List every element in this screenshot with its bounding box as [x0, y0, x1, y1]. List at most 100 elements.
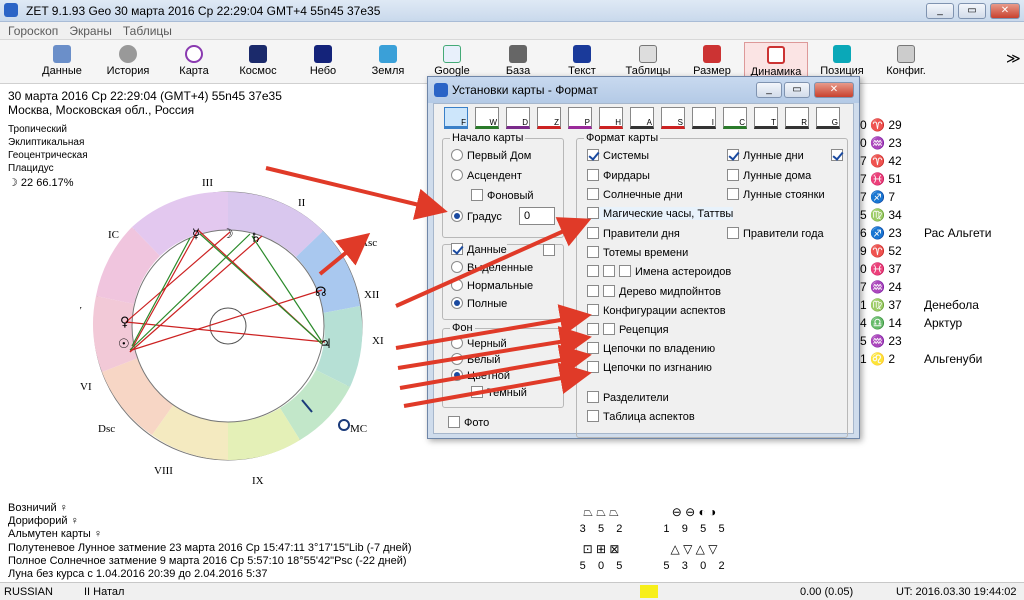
position-number: 1 — [860, 298, 867, 312]
svg-text:IC: IC — [108, 229, 119, 241]
position-degree: 23 — [888, 136, 902, 150]
menu-tables[interactable]: Таблицы — [123, 24, 172, 38]
tables-icon — [639, 45, 657, 63]
radio-degree[interactable]: Градус — [451, 210, 502, 223]
format-option[interactable]: Цепочки по владению — [587, 342, 715, 355]
format-option[interactable]: Разделители — [587, 391, 669, 404]
position-number: 9 — [860, 244, 867, 258]
minimize-button[interactable]: _ — [926, 3, 954, 19]
dialog-tab-s[interactable]: S — [661, 107, 685, 129]
close-button[interactable]: ✕ — [990, 3, 1020, 19]
dialog-tab-f[interactable]: F — [444, 107, 468, 129]
sky-icon — [314, 45, 332, 63]
format-option[interactable]: Рецепция — [587, 323, 669, 336]
position-degree: 24 — [888, 280, 902, 294]
aspect-counts-row2: 5 0 5 — [579, 560, 623, 572]
format-option[interactable]: Цепочки по изгнанию — [587, 361, 712, 374]
dialog-tab-g[interactable]: G — [816, 107, 840, 129]
menu-screens[interactable]: Экраны — [69, 24, 111, 38]
dialog-tab-d[interactable]: D — [506, 107, 530, 129]
dialog-tab-h[interactable]: H — [599, 107, 623, 129]
checkbox-data-extra[interactable] — [543, 244, 555, 256]
radio-colored[interactable]: Цветной — [451, 369, 510, 382]
sign-glyph: ♓ — [870, 262, 885, 276]
chart-format-dialog: Установки карты - Формат _ ▭ ✕ FWDZPHASI… — [427, 76, 860, 439]
zodiac-setting: Тропический — [8, 124, 67, 135]
checkbox-photo[interactable]: Фото — [448, 416, 489, 429]
svg-text:MC: MC — [350, 423, 367, 435]
checkbox-data[interactable]: Данные — [451, 243, 507, 256]
degree-input[interactable]: 0 — [519, 207, 555, 225]
sign-glyph: ♒ — [870, 334, 885, 348]
dialog-tab-i[interactable]: I — [692, 107, 716, 129]
toolbar-config-button[interactable]: Конфиг. — [874, 42, 938, 82]
toolbar-chart-button[interactable]: Карта — [162, 42, 226, 82]
format-option[interactable]: Лунные стоянки — [727, 188, 825, 201]
position-degree: 2 — [888, 352, 896, 366]
lunar-days-extra-checkbox[interactable] — [831, 149, 843, 161]
format-option[interactable]: Фирдары — [587, 169, 650, 182]
format-option[interactable]: Дерево мидпойнтов — [587, 285, 721, 298]
fixed-star-label: Рас Альгети — [924, 226, 992, 240]
position-number: 7 — [860, 190, 867, 204]
planet-position-row: 0 ♈ 29 — [860, 118, 902, 132]
dialog-tab-a[interactable]: A — [630, 107, 654, 129]
format-option[interactable]: Тотемы времени — [587, 246, 688, 259]
format-option[interactable]: Магические часы, Таттвы — [587, 207, 734, 220]
toolbar-data-button[interactable]: Данные — [30, 42, 94, 82]
toolbar-history-button[interactable]: История — [96, 42, 160, 82]
position-number: 1 — [860, 352, 867, 366]
dialog-minimize-button[interactable]: _ — [756, 82, 782, 98]
dialog-tab-p[interactable]: P — [568, 107, 592, 129]
dialog-tab-w[interactable]: W — [475, 107, 499, 129]
planet-position-row: 0 ♒ 23 — [860, 136, 902, 150]
format-option[interactable]: Лунные дни — [727, 149, 804, 162]
format-option[interactable]: Таблица аспектов — [587, 410, 695, 423]
menu-horoscope[interactable]: Гороскоп — [8, 24, 58, 38]
radio-full[interactable]: Полные — [451, 297, 507, 310]
radio-ascendant[interactable]: Асцендент — [451, 169, 522, 182]
toolbar-overflow-button[interactable]: ≫ — [1006, 50, 1021, 67]
checkbox-dark[interactable]: Темный — [471, 386, 527, 399]
format-option[interactable]: Конфигурации аспектов — [587, 304, 726, 317]
aspect-counts-row1: 3 5 2 — [579, 523, 623, 535]
dialog-tab-z[interactable]: Z — [537, 107, 561, 129]
radio-selected[interactable]: Выделенные — [451, 261, 533, 274]
radio-first-house[interactable]: Первый Дом — [451, 149, 531, 162]
sign-glyph: ♈ — [870, 244, 885, 258]
maximize-button[interactable]: ▭ — [958, 3, 986, 19]
toolbar-cosmos-button[interactable]: Космос — [226, 42, 290, 82]
dialog-close-button[interactable]: ✕ — [814, 82, 854, 98]
checkbox-background[interactable]: Фоновый — [471, 189, 534, 202]
sign-glyph: ♐ — [870, 226, 885, 240]
format-option[interactable]: Правители года — [727, 227, 824, 240]
sign-glyph: ♌ — [870, 352, 885, 366]
radio-normal[interactable]: Нормальные — [451, 279, 533, 292]
format-option[interactable]: Имена астероидов — [587, 265, 731, 278]
position-number: 5 — [860, 334, 867, 348]
svg-text:☽: ☽ — [222, 227, 234, 242]
status-indicator — [640, 585, 658, 598]
planet-position-row: 1 ♌ 2 — [860, 352, 895, 366]
center-setting: Геоцентрическая — [8, 150, 88, 161]
format-option[interactable]: Системы — [587, 149, 649, 162]
dialog-tab-c[interactable]: C — [723, 107, 747, 129]
format-option[interactable]: Правители дня — [587, 227, 680, 240]
sign-glyph: ♍ — [870, 208, 885, 222]
dialog-maximize-button[interactable]: ▭ — [784, 82, 810, 98]
planet-position-row: 7 ♐ 7 — [860, 190, 895, 204]
format-option[interactable]: Лунные дома — [727, 169, 811, 182]
radio-black[interactable]: Черный — [451, 337, 507, 350]
planet-position-row: 6 ♐ 23 — [860, 226, 902, 240]
dialog-tab-r[interactable]: R — [785, 107, 809, 129]
svg-text:VIII: VIII — [154, 465, 173, 477]
toolbar-sky-button[interactable]: Небо — [291, 42, 355, 82]
dialog-tab-t[interactable]: T — [754, 107, 778, 129]
position-number: 6 — [860, 226, 867, 240]
aspect-counts-row3: 1 9 5 5 — [663, 523, 725, 535]
toolbar-earth-button[interactable]: Земля — [356, 42, 420, 82]
format-option[interactable]: Солнечные дни — [587, 188, 683, 201]
radio-white[interactable]: Белый — [451, 353, 500, 366]
natal-chart-wheel[interactable]: III II IC Asc XII V XI VI Dsc MC VIII IX… — [80, 172, 400, 492]
status-value: 0.00 (0.05) — [800, 586, 854, 598]
